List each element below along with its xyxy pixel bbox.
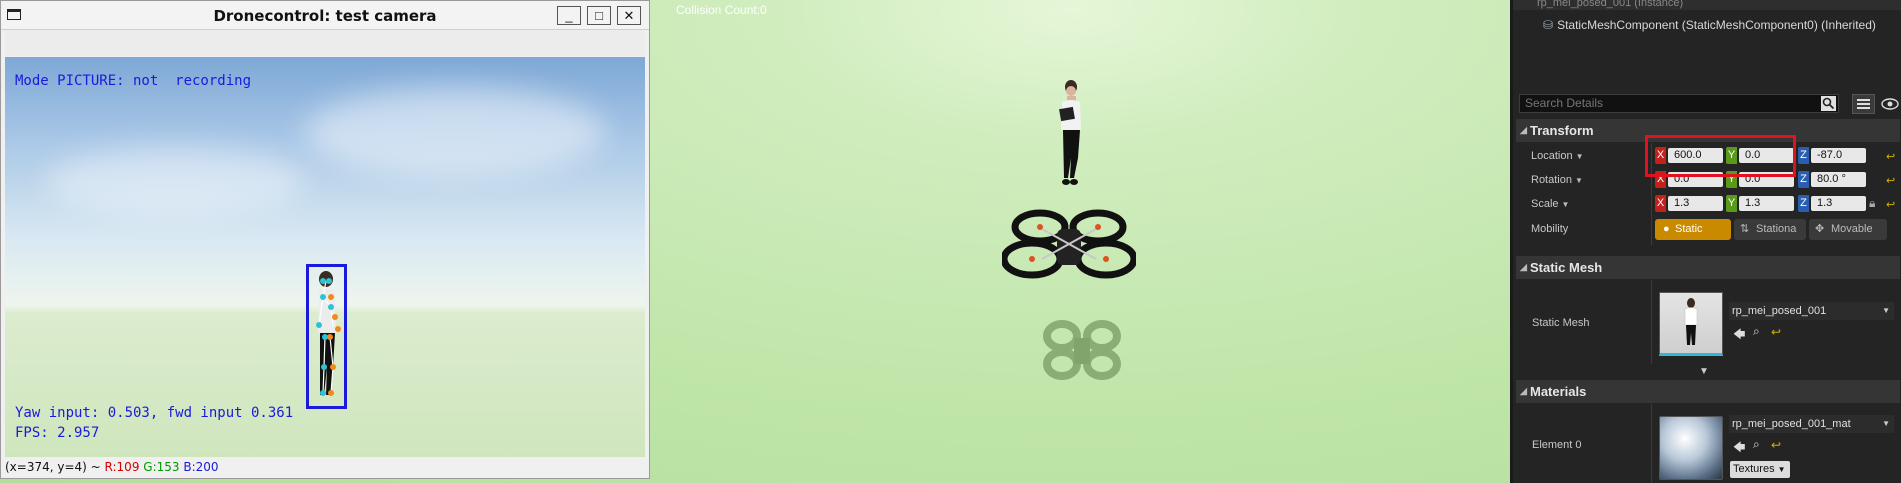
scale-x-field[interactable]: X 1.3 <box>1655 195 1723 212</box>
highlight-box <box>1645 135 1796 177</box>
materials-section-header[interactable]: ◢ Materials <box>1516 380 1900 403</box>
reset-arrow-icon[interactable]: ↩ <box>1886 198 1895 211</box>
property-matrix-button[interactable] <box>1852 94 1875 114</box>
mobility-stationary-button[interactable]: ⇅ Stationa <box>1734 219 1806 240</box>
search-details-input[interactable]: Search Details <box>1519 94 1839 113</box>
red-value: R:109 <box>104 460 140 474</box>
component-tree-item[interactable]: ⛁ StaticMeshComponent (StaticMeshComponen… <box>1543 18 1876 32</box>
movable-icon: ✥ <box>1815 223 1825 235</box>
scale-z-field[interactable]: Z 1.3 <box>1798 195 1866 212</box>
scale-y-field[interactable]: Y 1.3 <box>1726 195 1794 212</box>
person-thumbnail-icon <box>1684 298 1698 345</box>
static-mesh-thumbnail[interactable] <box>1659 292 1723 356</box>
use-selected-arrow-icon[interactable]: 🡄 <box>1733 438 1745 459</box>
collision-count-text: Collision Count:0 <box>676 3 767 17</box>
camera-image[interactable]: Mode PICTURE: not recording Yaw input: 0… <box>5 57 645 457</box>
close-button[interactable]: ✕ <box>617 6 641 25</box>
browse-search-icon[interactable]: ⌕ <box>1753 324 1760 339</box>
component-name: StaticMeshComponent (StaticMeshComponent… <box>1557 18 1876 32</box>
actor-header: rp_mei_posed_001 (Instance) <box>1513 0 1901 10</box>
details-panel[interactable]: rp_mei_posed_001 (Instance) ⛁ StaticMeshC… <box>1510 0 1901 483</box>
mobility-movable-button[interactable]: ✥ Movable <box>1809 219 1887 240</box>
transform-title: Transform <box>1530 123 1594 138</box>
cloud <box>45 147 305 217</box>
input-overlay-text: Yaw input: 0.503, fwd input 0.361 <box>15 405 294 421</box>
window-toolbar <box>5 30 645 56</box>
window-title-bar[interactable]: Dronecontrol: test camera _ □ ✕ <box>1 1 649 30</box>
rotation-label[interactable]: Rotation ▼ <box>1531 174 1583 186</box>
pixel-status-bar: (x=374, y=4) ~ R:109 G:153 B:200 <box>5 458 645 476</box>
expand-advanced-icon[interactable]: ▼ <box>1699 366 1709 377</box>
location-label[interactable]: Location ▼ <box>1531 150 1584 162</box>
materials-title: Materials <box>1530 384 1587 399</box>
static-mesh-section-header[interactable]: ◢ Static Mesh <box>1516 256 1900 279</box>
lock-icon[interactable]: 🔒︎ <box>1869 196 1875 211</box>
search-icon[interactable] <box>1821 96 1836 111</box>
grid-icon <box>1857 99 1870 109</box>
material-dropdown[interactable]: rp_mei_posed_001_mat ▼ <box>1729 415 1894 433</box>
element-0-label: Element 0 <box>1532 439 1582 451</box>
reset-arrow-icon[interactable]: ↩ <box>1886 174 1895 187</box>
drone <box>1002 209 1136 279</box>
person-figure <box>1059 80 1081 185</box>
location-z-field[interactable]: Z -87.0 <box>1798 147 1866 164</box>
stationary-icon: ⇅ <box>1740 223 1750 235</box>
reset-arrow-icon[interactable]: ↩ <box>1886 150 1895 163</box>
collapse-arrow-icon: ◢ <box>1520 125 1527 135</box>
collapse-arrow-icon: ◢ <box>1520 386 1527 396</box>
maximize-button[interactable]: □ <box>587 6 611 25</box>
mode-overlay-text: Mode PICTURE: not recording <box>15 73 252 89</box>
person-pose-keypoints <box>316 271 341 396</box>
minimize-button[interactable]: _ <box>557 6 581 25</box>
collapse-arrow-icon: ◢ <box>1520 262 1527 272</box>
mobility-label: Mobility <box>1531 223 1569 235</box>
window-title: Dronecontrol: test camera <box>213 7 437 25</box>
mobility-static-button[interactable]: ● Static <box>1655 219 1731 240</box>
green-value: G:153 <box>143 460 180 474</box>
rotation-z-field[interactable]: Z 80.0 ° <box>1798 171 1866 188</box>
column-divider <box>1651 280 1652 364</box>
fps-overlay-text: FPS: 2.957 <box>15 425 100 441</box>
reset-arrow-icon[interactable]: ↩ <box>1771 438 1781 452</box>
column-divider <box>1651 404 1652 483</box>
cursor-coords: (x=374, y=4) ~ <box>5 460 105 474</box>
eye-icon[interactable] <box>1881 96 1899 112</box>
drone-shadow <box>1043 320 1121 380</box>
static-mesh-component-icon: ⛁ <box>1543 18 1554 32</box>
blue-value: B:200 <box>183 460 219 474</box>
static-icon: ● <box>1663 223 1670 235</box>
reset-arrow-icon[interactable]: ↩ <box>1771 325 1781 339</box>
textures-dropdown[interactable]: Textures ▼ <box>1730 461 1790 478</box>
camera-window[interactable]: Dronecontrol: test camera _ □ ✕ Mode PIC… <box>0 0 650 479</box>
static-mesh-title: Static Mesh <box>1530 260 1603 275</box>
static-mesh-dropdown[interactable]: rp_mei_posed_001 ▼ <box>1729 302 1894 320</box>
use-selected-arrow-icon[interactable]: 🡄 <box>1733 325 1745 346</box>
scale-label[interactable]: Scale ▼ <box>1531 198 1569 210</box>
cloud <box>305 87 605 177</box>
static-mesh-label: Static Mesh <box>1532 317 1590 329</box>
browse-search-icon[interactable]: ⌕ <box>1753 437 1760 452</box>
material-thumbnail[interactable] <box>1659 416 1723 480</box>
